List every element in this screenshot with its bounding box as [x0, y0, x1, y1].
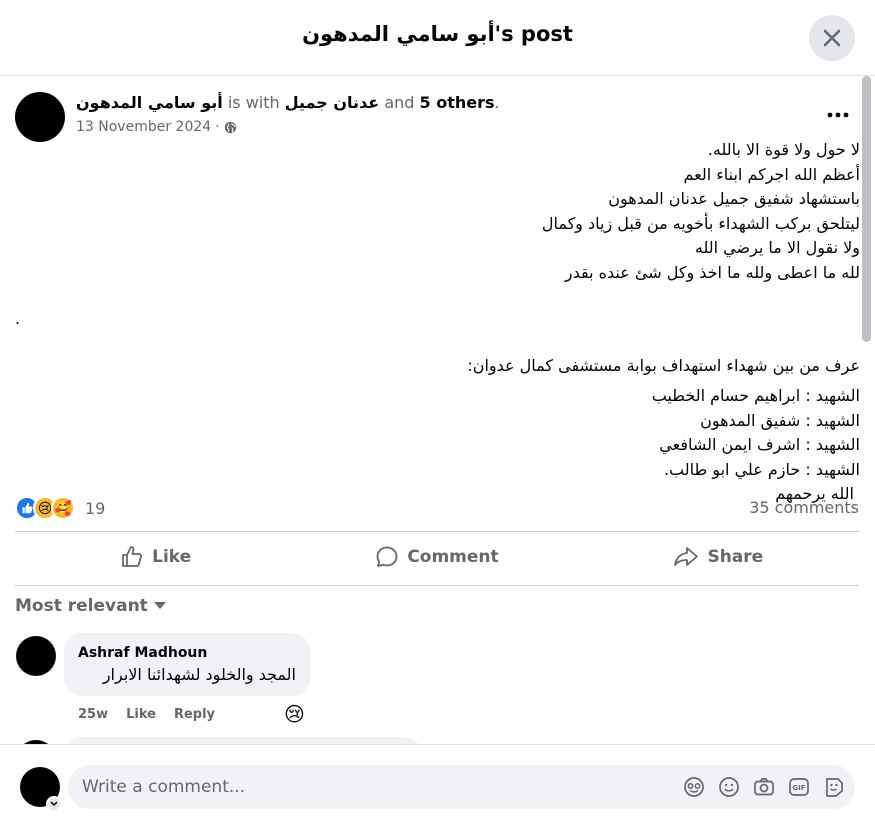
- post-meta: 13 November 2024 ·: [76, 119, 237, 135]
- post-line: الشهيد : شفيق المدهون: [700, 410, 860, 430]
- post-line: الشهيد : اشرف ايمن الشافعي: [659, 435, 860, 454]
- share-label: Share: [707, 547, 764, 567]
- meta-separator: ·: [215, 119, 220, 135]
- period: .: [494, 93, 500, 112]
- svg-text:GIF: GIF: [792, 784, 805, 792]
- gif-icon: GIF: [788, 777, 809, 796]
- like-button[interactable]: Like: [15, 532, 296, 582]
- comment-text: المجد والخلود لشهدائنا الابرار: [102, 665, 296, 684]
- sort-label: Most relevant: [15, 596, 148, 616]
- post-line: الشهيد : ابراهيم حسام الخطيب: [651, 386, 860, 405]
- avatar-sticker-button[interactable]: [682, 775, 705, 798]
- is-with-text: is with: [227, 93, 280, 112]
- sad-reaction-icon[interactable]: 😢: [284, 702, 308, 726]
- emoji-icon: [718, 776, 739, 797]
- comment-bubble-icon: [376, 546, 398, 567]
- camera-icon: [753, 777, 774, 795]
- sticker-icon: [825, 777, 843, 797]
- comments-count[interactable]: 35 comments: [749, 498, 859, 517]
- composer-tools: GIF: [682, 775, 845, 798]
- dialog-header: أبو سامي المدهون's post: [0, 0, 875, 76]
- caret-down-icon: [153, 602, 166, 609]
- comment-composer: GIF: [0, 744, 875, 832]
- reaction-count: 19: [85, 498, 106, 518]
- others-link[interactable]: 5 others: [420, 93, 495, 112]
- comment-author[interactable]: Ashraf Madhoun: [78, 645, 207, 661]
- and-text: and: [384, 93, 415, 112]
- author-name[interactable]: أبو سامي المدهون: [76, 93, 223, 112]
- post-line: الله يرحمهم: [775, 484, 854, 503]
- gif-button[interactable]: GIF: [787, 775, 810, 798]
- reactions-summary[interactable]: 😢 🥰 19: [15, 496, 105, 520]
- comment-input-box[interactable]: GIF: [68, 765, 855, 809]
- sticker-button[interactable]: [822, 775, 845, 798]
- post-line: الشهيد : حازم علي ابو طالب.: [663, 459, 860, 479]
- post-line: ولا نقول الا ما يرضي الله: [694, 238, 860, 257]
- scrollbar[interactable]: [862, 76, 871, 342]
- comment-button[interactable]: Comment: [296, 532, 577, 582]
- post-line: باستشهاد شفيق جميل عدنان المدهون: [608, 189, 860, 208]
- more-dots-icon: [827, 112, 849, 118]
- post-line: ليتلحق بركب الشهداء بأخويه من قبل زياد و…: [541, 213, 860, 233]
- post-spacer: [15, 285, 860, 307]
- more-options-button[interactable]: [818, 100, 858, 130]
- comment-actions: 25w Like Reply: [78, 707, 215, 722]
- globe-icon: [224, 121, 236, 133]
- post-author-line: أبو سامي المدهون is with عدنان جميل and …: [76, 93, 500, 113]
- post-date[interactable]: 13 November 2024: [76, 119, 211, 135]
- close-button[interactable]: [809, 15, 855, 61]
- dialog-title: أبو سامي المدهون's post: [302, 22, 573, 46]
- comment-like-button[interactable]: Like: [126, 707, 156, 722]
- tagged-name[interactable]: عدنان جميل: [285, 93, 379, 112]
- close-icon: [823, 29, 841, 47]
- profile-switch-button[interactable]: [46, 796, 62, 812]
- post-body: لا حول ولا قوة الا بالله. أعظم الله اجرك…: [15, 138, 860, 507]
- post-line: عرف من بين شهداء استهداف بوابة مستشفى كم…: [467, 355, 860, 375]
- like-label: Like: [152, 547, 192, 567]
- post-line: لله ما اعطى ولله ما اخذ وكل شئ عنده بقدر: [564, 262, 860, 282]
- care-reaction-icon: 🥰: [51, 496, 75, 520]
- post-line: أعظم الله اجركم ابناء العم: [683, 164, 860, 184]
- post-line: لا حول ولا قوة الا بالله.: [707, 140, 860, 159]
- commenter-avatar[interactable]: [16, 636, 56, 676]
- avatar-sticker-icon: [683, 776, 704, 797]
- post-spacer: [15, 332, 860, 354]
- comment-sort-dropdown[interactable]: Most relevant: [15, 596, 166, 616]
- comment-input[interactable]: [82, 775, 642, 799]
- comment-time[interactable]: 25w: [78, 707, 108, 722]
- share-arrow-icon: [674, 547, 699, 566]
- share-button[interactable]: Share: [578, 532, 859, 582]
- emoji-button[interactable]: [717, 775, 740, 798]
- comment-label: Comment: [407, 547, 499, 567]
- camera-button[interactable]: [752, 775, 775, 798]
- author-avatar[interactable]: [15, 92, 65, 142]
- comment-reply-button[interactable]: Reply: [174, 707, 215, 722]
- post-line: .: [15, 309, 21, 328]
- chevron-down-icon: [50, 801, 58, 807]
- thumbs-up-icon: [122, 546, 143, 567]
- comment-bubble: Ashraf Madhoun المجد والخلود لشهدائنا ال…: [64, 633, 310, 696]
- post-actions: Like Comment Share: [15, 532, 859, 582]
- divider: [15, 585, 859, 586]
